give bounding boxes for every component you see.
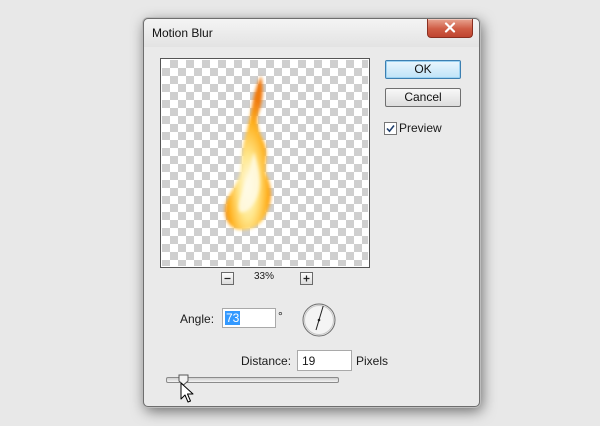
preview-checkbox[interactable] [384, 122, 397, 135]
preview-label: Preview [399, 121, 442, 135]
distance-label: Distance: [241, 354, 292, 368]
close-button[interactable] [427, 19, 473, 38]
flame-image [224, 76, 272, 230]
preview-frame [160, 58, 370, 268]
motion-blur-dialog: Motion Blur 33% OK Cancel Preview Angle:… [143, 18, 480, 407]
angle-label: Angle: [180, 312, 215, 326]
zoom-level: 33% [254, 271, 275, 282]
title-bar[interactable]: Motion Blur [144, 19, 479, 47]
cancel-button[interactable]: Cancel [385, 88, 461, 107]
angle-input[interactable]: 73 [222, 308, 276, 328]
distance-input[interactable]: 19 [297, 350, 352, 371]
mouse-cursor-icon [180, 382, 194, 403]
distance-value: 19 [302, 354, 316, 368]
ok-button[interactable]: OK [385, 60, 461, 79]
checkmark-icon [386, 125, 395, 133]
dialog-title: Motion Blur [152, 26, 213, 40]
angle-dial-icon[interactable] [301, 302, 337, 338]
plus-icon [303, 275, 310, 282]
angle-value: 73 [225, 311, 241, 325]
zoom-in-button[interactable] [300, 272, 313, 285]
degree-symbol: ° [278, 309, 283, 323]
minus-icon [224, 277, 231, 280]
preview-canvas[interactable] [162, 60, 368, 266]
zoom-out-button[interactable] [221, 272, 234, 285]
close-x-icon [444, 22, 456, 33]
distance-unit-label: Pixels [356, 354, 389, 368]
